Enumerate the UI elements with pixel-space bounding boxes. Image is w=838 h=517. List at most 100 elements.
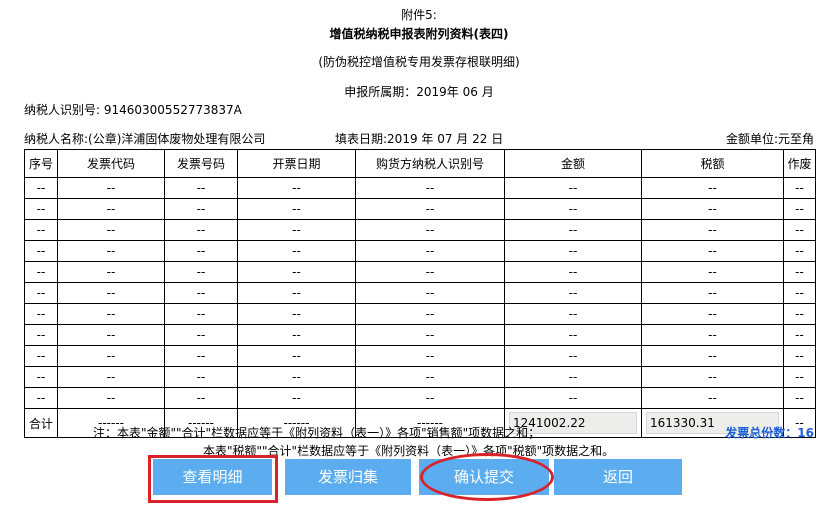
cell-amount: -- <box>504 240 642 262</box>
cell-code: -- <box>57 324 165 346</box>
cell-code: -- <box>57 261 165 283</box>
cell-seq: -- <box>24 177 58 199</box>
col-amount: 金额 <box>504 149 642 178</box>
table-row: -- -- -- -- -- -- -- -- <box>24 240 816 262</box>
cell-date: -- <box>237 282 356 304</box>
col-invoice-code: 发票代码 <box>57 149 165 178</box>
cell-buyer: -- <box>355 261 505 283</box>
taxpayer-name: 纳税人名称:(公章)洋浦固体废物处理有限公司 <box>24 132 266 146</box>
cell-date: -- <box>237 198 356 220</box>
cell-number: -- <box>164 366 238 388</box>
cell-date: -- <box>237 387 356 409</box>
cell-buyer: -- <box>355 282 505 304</box>
cell-number: -- <box>164 219 238 241</box>
col-tax: 税额 <box>641 149 784 178</box>
cell-tax: -- <box>641 324 784 346</box>
cell-date: -- <box>237 261 356 283</box>
cell-buyer: -- <box>355 240 505 262</box>
cell-seq: -- <box>24 387 58 409</box>
cell-tax: -- <box>641 345 784 367</box>
table-header-row: 序号 发票代码 发票号码 开票日期 购货方纳税人识别号 金额 税额 作废 <box>24 149 816 178</box>
cell-number: -- <box>164 303 238 325</box>
cell-seq: -- <box>24 261 58 283</box>
cell-amount: -- <box>504 345 642 367</box>
cell-void: -- <box>783 387 816 409</box>
cell-buyer: -- <box>355 345 505 367</box>
cell-amount: -- <box>504 177 642 199</box>
cell-tax: -- <box>641 240 784 262</box>
cell-seq: -- <box>24 282 58 304</box>
cell-seq: -- <box>24 303 58 325</box>
cell-tax: -- <box>641 366 784 388</box>
cell-buyer: -- <box>355 303 505 325</box>
filing-period: 申报所属期：2019年 06 月 <box>344 85 494 99</box>
cell-date: -- <box>237 324 356 346</box>
col-buyer-tax-id: 购货方纳税人识别号 <box>355 149 505 178</box>
cell-code: -- <box>57 282 165 304</box>
cell-seq: -- <box>24 345 58 367</box>
cell-amount: -- <box>504 219 642 241</box>
cell-code: -- <box>57 345 165 367</box>
cell-date: -- <box>237 303 356 325</box>
cell-date: -- <box>237 366 356 388</box>
table-row: -- -- -- -- -- -- -- -- <box>24 366 816 388</box>
page-subtitle: (防伪税控增值税专用发票存根联明细) <box>318 55 520 69</box>
cell-tax: -- <box>641 282 784 304</box>
cell-seq: -- <box>24 198 58 220</box>
col-issue-date: 开票日期 <box>237 149 356 178</box>
cell-code: -- <box>57 219 165 241</box>
cell-amount: -- <box>504 198 642 220</box>
fill-date: 填表日期:2019 年 07 月 22 日 <box>335 132 504 146</box>
cell-tax: -- <box>641 198 784 220</box>
table-row: -- -- -- -- -- -- -- -- <box>24 387 816 409</box>
cell-buyer: -- <box>355 219 505 241</box>
invoice-collect-button[interactable]: 发票归集 <box>285 459 411 495</box>
cell-void: -- <box>783 366 816 388</box>
back-button[interactable]: 返回 <box>554 459 682 495</box>
cell-date: -- <box>237 240 356 262</box>
cell-buyer: -- <box>355 177 505 199</box>
highlight-oval <box>420 453 554 501</box>
cell-date: -- <box>237 177 356 199</box>
cell-date: -- <box>237 345 356 367</box>
page-title: 增值税纳税申报表附列资料(表四) <box>329 27 509 41</box>
taxpayer-id: 纳税人识别号: 91460300552773837A <box>24 103 242 117</box>
cell-code: -- <box>57 387 165 409</box>
cell-seq: -- <box>24 219 58 241</box>
cell-amount: -- <box>504 324 642 346</box>
cell-code: -- <box>57 177 165 199</box>
cell-void: -- <box>783 219 816 241</box>
col-invoice-number: 发票号码 <box>164 149 238 178</box>
cell-seq: -- <box>24 366 58 388</box>
table-row: -- -- -- -- -- -- -- -- <box>24 177 816 199</box>
invoice-stub-table: 序号 发票代码 发票号码 开票日期 购货方纳税人识别号 金额 税额 作废 -- -… <box>24 149 816 438</box>
cell-seq: -- <box>24 240 58 262</box>
cell-void: -- <box>783 261 816 283</box>
highlight-rectangle <box>148 455 278 503</box>
cell-void: -- <box>783 282 816 304</box>
cell-amount: -- <box>504 303 642 325</box>
invoice-count: 发票总份数：16 <box>725 426 814 440</box>
table-row: -- -- -- -- -- -- -- -- <box>24 303 816 325</box>
cell-amount: -- <box>504 387 642 409</box>
table-row: -- -- -- -- -- -- -- -- <box>24 261 816 283</box>
table-row: -- -- -- -- -- -- -- -- <box>24 324 816 346</box>
table-row: -- -- -- -- -- -- -- -- <box>24 219 816 241</box>
cell-amount: -- <box>504 282 642 304</box>
cell-number: -- <box>164 198 238 220</box>
cell-void: -- <box>783 198 816 220</box>
cell-code: -- <box>57 240 165 262</box>
attachment-label: 附件5: <box>401 8 437 22</box>
table-row: -- -- -- -- -- -- -- -- <box>24 198 816 220</box>
cell-buyer: -- <box>355 366 505 388</box>
table-row: -- -- -- -- -- -- -- -- <box>24 282 816 304</box>
total-label: 合计 <box>24 408 58 438</box>
cell-tax: -- <box>641 219 784 241</box>
cell-amount: -- <box>504 261 642 283</box>
cell-code: -- <box>57 303 165 325</box>
cell-date: -- <box>237 219 356 241</box>
cell-void: -- <box>783 324 816 346</box>
cell-tax: -- <box>641 177 784 199</box>
cell-code: -- <box>57 366 165 388</box>
cell-seq: -- <box>24 324 58 346</box>
